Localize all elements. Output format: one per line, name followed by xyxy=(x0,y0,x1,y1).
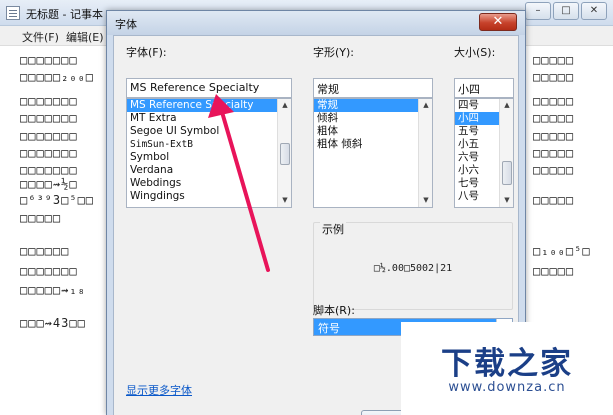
style-list-item[interactable]: 粗体 倾斜 xyxy=(314,138,432,151)
text-line: □□□⇝43□□ xyxy=(20,316,86,330)
font-label: 字体(F): xyxy=(126,46,167,59)
text-line: □□□□□ xyxy=(533,264,575,278)
sample-group: 示例 □½.00□5002|21 xyxy=(313,221,513,310)
text-line: □□□□□ xyxy=(533,111,575,125)
scroll-down-icon[interactable]: ▼ xyxy=(419,194,432,207)
script-label: 脚本(R): xyxy=(313,304,355,317)
scroll-up-icon[interactable]: ▲ xyxy=(419,99,432,112)
menu-file[interactable]: 文件(F) xyxy=(22,29,59,45)
font-list-item[interactable]: Symbol xyxy=(127,151,291,164)
style-list-scrollbar[interactable]: ▲ ▼ xyxy=(418,99,432,207)
dialog-close-button[interactable]: ✕ xyxy=(479,13,517,31)
text-line: □□□□□ xyxy=(533,94,575,108)
scroll-up-icon[interactable]: ▲ xyxy=(500,99,513,112)
size-label: 大小(S): xyxy=(454,46,496,59)
text-line: □□□□□⇝₁₈ xyxy=(20,283,86,297)
dialog-titlebar: 字体 ✕ xyxy=(107,11,525,35)
font-list-item[interactable]: MT Extra xyxy=(127,112,291,125)
window-controls: – □ ✕ xyxy=(525,2,607,20)
text-line: □□□□□ xyxy=(533,70,575,84)
text-line: □□□□□ xyxy=(533,53,575,67)
text-line: □□□□□ xyxy=(533,129,575,143)
text-line: □□□□□₂₀₀□ xyxy=(20,70,95,84)
font-list-item[interactable]: Wingdings xyxy=(127,190,291,203)
text-line: □₁₀₀□⁵□ xyxy=(533,244,591,258)
watermark-title: 下载之家 xyxy=(441,346,573,382)
notepad-title: 无标题 - 记事本 xyxy=(26,8,103,21)
font-list[interactable]: MS Reference Specialty MT Extra Segoe UI… xyxy=(126,98,292,208)
text-line: □□□□□□□ xyxy=(20,163,78,177)
style-list-item[interactable]: 常规 xyxy=(314,99,432,112)
sample-preview: □½.00□5002|21 xyxy=(373,263,453,274)
font-list-item[interactable]: Webdings xyxy=(127,177,291,190)
maximize-button[interactable]: □ xyxy=(553,2,579,20)
text-line: □□□□□ xyxy=(20,211,62,225)
menu-edit[interactable]: 编辑(E) xyxy=(66,29,104,45)
text-line: □□□□□□□ xyxy=(20,129,78,143)
text-line: □□□□□□□ xyxy=(20,146,78,160)
watermark-url: www.downza.cn xyxy=(448,380,566,395)
font-input[interactable]: MS Reference Specialty xyxy=(126,78,292,98)
style-list-item[interactable]: 粗体 xyxy=(314,125,432,138)
script-value: 符号 xyxy=(318,322,340,335)
notepad-close-button[interactable]: ✕ xyxy=(581,2,607,20)
font-list-item[interactable]: SimSun-ExtB xyxy=(127,138,291,151)
text-line: □□□□□□□ xyxy=(20,111,78,125)
style-input[interactable]: 常规 xyxy=(313,78,433,98)
show-more-fonts-link[interactable]: 显示更多字体 xyxy=(126,382,192,398)
font-list-item[interactable]: MS Reference Specialty xyxy=(127,99,291,112)
text-line: □□□□□ xyxy=(533,146,575,160)
scroll-up-icon[interactable]: ▲ xyxy=(278,99,291,112)
dialog-title: 字体 xyxy=(115,18,137,31)
scroll-thumb[interactable] xyxy=(502,161,512,185)
text-line: □□□□□□ xyxy=(20,244,70,258)
text-line: □□□□□ xyxy=(533,163,575,177)
text-line: □□□□□□□ xyxy=(20,53,78,67)
font-list-item[interactable]: Segoe UI Symbol xyxy=(127,125,291,138)
watermark-logo: 下载之家 www.downza.cn xyxy=(401,322,613,415)
size-list[interactable]: 四号 小四 五号 小五 六号 小六 七号 八号 ▲ ▼ xyxy=(454,98,514,208)
text-line: □□□□□ xyxy=(533,193,575,207)
scroll-thumb[interactable] xyxy=(280,143,290,165)
scroll-down-icon[interactable]: ▼ xyxy=(500,194,513,207)
style-list-item[interactable]: 倾斜 xyxy=(314,112,432,125)
font-list-scrollbar[interactable]: ▲ ▼ xyxy=(277,99,291,207)
text-line: □□□□□□□ xyxy=(20,264,78,278)
style-label: 字形(Y): xyxy=(313,46,355,59)
style-list[interactable]: 常规 倾斜 粗体 粗体 倾斜 ▲ ▼ xyxy=(313,98,433,208)
minimize-button[interactable]: – xyxy=(525,2,551,20)
text-line: □⁶³⁹3□⁵□□ xyxy=(20,193,95,207)
size-list-scrollbar[interactable]: ▲ ▼ xyxy=(499,99,513,207)
text-line: □□□□⇝½□ xyxy=(20,177,78,191)
sample-label: 示例 xyxy=(320,221,346,237)
font-list-item[interactable]: Verdana xyxy=(127,164,291,177)
size-input[interactable]: 小四 xyxy=(454,78,514,98)
scroll-down-icon[interactable]: ▼ xyxy=(278,194,291,207)
text-line: □□□□□□□ xyxy=(20,94,78,108)
notepad-icon xyxy=(6,6,20,20)
